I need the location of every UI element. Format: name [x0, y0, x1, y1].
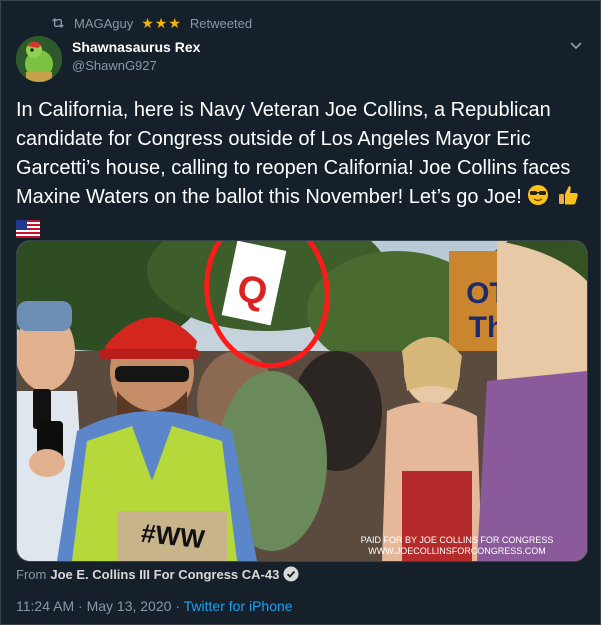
meta-separator-2: · [175, 598, 180, 614]
verified-badge-icon [283, 566, 299, 582]
video-overlay-line1: PAID FOR BY JOE COLLINS FOR CONGRESS [361, 535, 554, 545]
tweet-time[interactable]: 11:24 AM [16, 598, 74, 614]
author-name[interactable]: Shawnasaurus Rex [72, 39, 200, 55]
thumbs-up-emoji [557, 184, 579, 215]
chevron-down-icon[interactable] [569, 38, 583, 52]
tweet-body: In California, here is Navy Veteran Joe … [16, 99, 571, 208]
retweet-icon [52, 18, 64, 28]
video-overlay-line2: WWW.JOECOLLINSFORCONGRESS.COM [368, 546, 546, 556]
avatar-dinosaur-image [16, 36, 62, 82]
retweeter-name[interactable]: MAGAguy [74, 16, 133, 31]
source-prefix: From [16, 566, 47, 582]
video-source: From Joe E. Collins III For Congress CA-… [16, 566, 299, 582]
retweeter-stars: ★★★ [141, 14, 182, 31]
tweet-text: In California, here is Navy Veteran Joe … [16, 96, 586, 247]
source-account-name[interactable]: Joe E. Collins III For Congress CA-43 [50, 567, 279, 582]
tweet-date[interactable]: May 13, 2020 [87, 598, 172, 614]
author-handle[interactable]: @ShawnG927 [72, 58, 157, 73]
sunglasses-emoji [527, 184, 549, 215]
rally-video-frame: OT Th Q #WW PAID FOR BY JOE COLLINS FOR … [17, 241, 587, 561]
tweet-meta: 11:24 AM · May 13, 2020 · Twitter for iP… [16, 598, 293, 614]
tweet-client-link[interactable]: Twitter for iPhone [184, 598, 293, 614]
retweeted-label: Retweeted [189, 15, 253, 31]
retweet-context: MAGAguy ★★★ Retweeted [50, 14, 252, 32]
tweet-video[interactable]: OT Th Q #WW PAID FOR BY JOE COLLINS FOR … [16, 240, 588, 562]
avatar[interactable] [16, 36, 62, 82]
meta-separator: · [78, 598, 83, 614]
